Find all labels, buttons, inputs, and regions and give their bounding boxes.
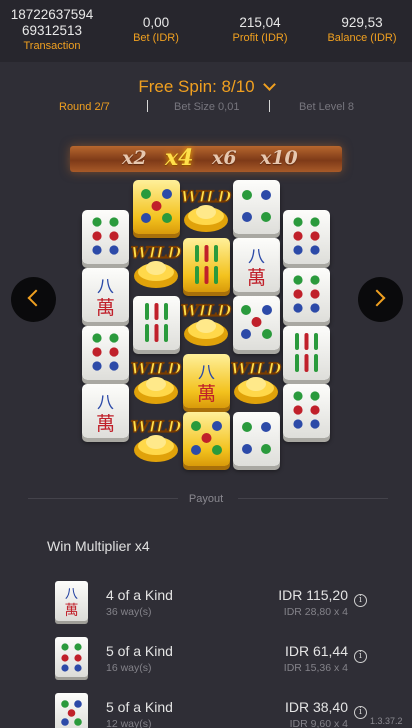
eight-wan-icon: 八萬 — [82, 268, 129, 322]
transaction-stat[interactable]: 18722637594 69312513 Transaction — [0, 0, 104, 62]
multiplier-banner: x2 x4 x6 x10 — [70, 145, 342, 172]
bet-size-label: Bet Size 0,01 — [174, 101, 240, 113]
transaction-id-line1: 18722637594 — [10, 7, 94, 22]
multiplier-x4-active: x4 — [165, 145, 194, 171]
payout-amount: IDR 115,20 — [278, 587, 348, 603]
version-label: 1.3.37.2 — [370, 716, 403, 726]
profit-stat: 215,04 Profit (IDR) — [208, 0, 312, 62]
svg-text:八: 八 — [65, 587, 78, 602]
chevron-right-icon — [368, 289, 386, 307]
payout-amount: IDR 38,40 — [284, 699, 348, 715]
balance-value: 929,53 — [341, 15, 383, 30]
svg-text:八: 八 — [97, 277, 114, 297]
payout-heading: Payout — [188, 493, 224, 505]
payout-kind: 4 of a Kind — [106, 587, 173, 603]
balance-label: Balance (IDR) — [327, 32, 397, 44]
chevron-down-icon[interactable] — [262, 78, 276, 91]
free-spin-title: Free Spin: 8/10 — [138, 77, 255, 96]
bamboo-icon — [183, 238, 230, 292]
profit-value: 215,04 — [239, 15, 281, 30]
top-bar: 18722637594 69312513 Transaction 0,00 Be… — [0, 0, 412, 62]
svg-text:WILD: WILD — [181, 187, 232, 206]
eight-wan-icon: 八萬 — [55, 581, 88, 621]
free-spin-selector[interactable]: Free Spin: 8/10 — [0, 77, 412, 97]
divider — [269, 100, 270, 112]
profit-label: Profit (IDR) — [232, 32, 288, 44]
bet-level-label: Bet Level 8 — [299, 101, 355, 113]
svg-text:WILD: WILD — [131, 417, 182, 436]
five-circles-icon — [183, 412, 230, 466]
wild-gold-ingot-icon: WILD — [180, 294, 232, 350]
svg-text:WILD: WILD — [131, 359, 182, 378]
wild-gold-ingot-icon: WILD — [130, 410, 182, 466]
multiplier-x6: x6 — [212, 147, 237, 169]
eight-wan-icon: 八萬 — [183, 354, 230, 408]
transaction-id-line2: 69312513 — [21, 23, 83, 38]
five-circles-icon — [133, 180, 180, 234]
svg-text:WILD: WILD — [231, 359, 282, 378]
payout-row: 5 of a Kind 16 way(s) IDR 61,44 IDR 15,3… — [0, 637, 412, 687]
payout-kind: 5 of a Kind — [106, 643, 173, 659]
svg-text:八: 八 — [248, 247, 265, 267]
wild-gold-ingot-icon: WILD — [130, 352, 182, 408]
previous-arrow-button[interactable] — [11, 277, 56, 322]
payout-amount: IDR 61,44 — [284, 643, 348, 659]
svg-text:萬: 萬 — [96, 297, 115, 319]
payout-row: 八萬 4 of a Kind 36 way(s) IDR 115,20 IDR … — [0, 581, 412, 631]
payout-calculation: IDR 9,60 x 4 — [289, 718, 348, 728]
payout-calculation: IDR 28,80 x 4 — [283, 606, 348, 618]
svg-text:八: 八 — [198, 363, 215, 383]
svg-text:八: 八 — [97, 393, 114, 413]
round-label: Round 2/7 — [59, 101, 110, 113]
chevron-left-icon — [27, 289, 45, 307]
info-icon[interactable]: i — [354, 594, 367, 607]
wild-gold-ingot-icon: WILD — [180, 180, 232, 236]
divider — [147, 100, 148, 112]
payout-calculation: IDR 15,36 x 4 — [283, 662, 348, 674]
payout-ways: 12 way(s) — [106, 718, 152, 728]
next-arrow-button[interactable] — [358, 277, 403, 322]
eight-wan-icon: 八萬 — [82, 384, 129, 438]
svg-text:WILD: WILD — [181, 301, 232, 320]
wild-gold-ingot-icon: WILD — [230, 352, 282, 408]
payout-ways: 36 way(s) — [106, 606, 152, 618]
svg-text:萬: 萬 — [197, 383, 216, 405]
bet-label: Bet (IDR) — [133, 32, 179, 44]
info-icon[interactable]: i — [354, 706, 367, 719]
six-circles-icon — [82, 210, 129, 264]
svg-text:萬: 萬 — [65, 603, 79, 619]
six-circles-icon — [283, 384, 330, 438]
svg-text:萬: 萬 — [247, 267, 266, 289]
payout-row: 5 of a Kind 12 way(s) IDR 38,40 IDR 9,60… — [0, 693, 412, 728]
payout-kind: 5 of a Kind — [106, 699, 173, 715]
transaction-label: Transaction — [23, 40, 81, 52]
six-circles-icon — [283, 268, 330, 322]
svg-text:WILD: WILD — [131, 243, 182, 262]
five-circles-icon — [233, 296, 280, 350]
payout-ways: 16 way(s) — [106, 662, 152, 674]
eight-wan-icon: 八萬 — [233, 238, 280, 292]
svg-text:萬: 萬 — [96, 413, 115, 435]
bet-stat: 0,00 Bet (IDR) — [104, 0, 208, 62]
bamboo-icon — [133, 296, 180, 350]
multiplier-x2: x2 — [122, 147, 147, 169]
multiplier-x10: x10 — [260, 147, 298, 169]
six-circles-icon — [283, 210, 330, 264]
five-circles-icon — [55, 693, 88, 728]
four-circles-icon — [233, 412, 280, 466]
bamboo-icon — [283, 326, 330, 380]
wild-gold-ingot-icon: WILD — [130, 236, 182, 292]
six-circles-icon — [82, 326, 129, 380]
balance-stat: 929,53 Balance (IDR) — [312, 0, 412, 62]
win-multiplier-label: Win Multiplier x4 — [47, 538, 150, 554]
four-circles-icon — [233, 180, 280, 234]
bet-value: 0,00 — [142, 15, 170, 30]
six-circles-icon — [55, 637, 88, 677]
info-icon[interactable]: i — [354, 650, 367, 663]
